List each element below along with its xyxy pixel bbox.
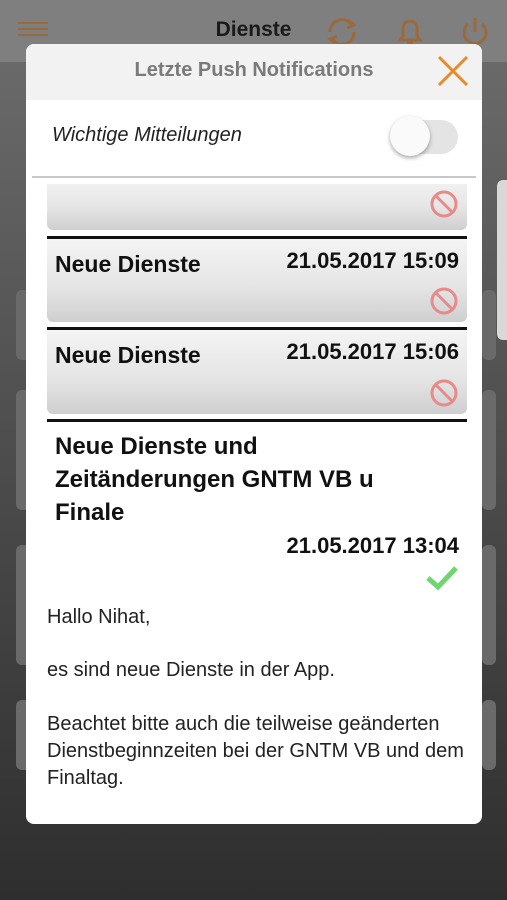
dialog-header: Letzte Push Notifications: [26, 44, 482, 100]
check-icon: [426, 566, 458, 591]
open-notification-title: Neue Dienste und Zeitänderungen GNTM VB …: [55, 433, 374, 526]
message-greeting: Hallo Nihat,: [47, 606, 151, 628]
notification-date: 21.05.2017 15:09: [286, 248, 460, 273]
notification-date: 21.05.2017 15:06: [286, 339, 460, 364]
push-notifications-dialog: Letzte Push Notifications Wichtige Mitte…: [26, 44, 482, 824]
notification-list[interactable]: Neue Dienste 21.05.2017 15:09 Neue Diens…: [26, 184, 482, 824]
important-messages-setting: Wichtige Mitteilungen: [32, 100, 476, 178]
bg-card: [482, 290, 496, 360]
notification-title: Neue Dienste: [55, 251, 201, 277]
notification-title: Neue Dienste: [55, 342, 201, 368]
notification-item[interactable]: [47, 184, 467, 230]
open-notification[interactable]: Neue Dienste und Zeitänderungen GNTM VB …: [47, 419, 467, 599]
message-paragraph: Beachtet bitte auch die teilweise geände…: [47, 713, 464, 789]
setting-label: Wichtige Mitteilungen: [52, 124, 242, 146]
notification-item[interactable]: Neue Dienste 21.05.2017 15:06: [47, 327, 467, 414]
open-notification-date: 21.05.2017 13:04: [286, 533, 460, 558]
blocked-icon[interactable]: [429, 286, 459, 316]
bg-card: [482, 700, 496, 770]
app-title: Dienste: [215, 18, 292, 41]
side-tab: [497, 180, 507, 340]
dialog-title: Letzte Push Notifications: [134, 59, 374, 81]
bg-card: [482, 390, 496, 510]
bg-card: [482, 545, 496, 665]
blocked-icon[interactable]: [429, 378, 459, 408]
close-icon[interactable]: [434, 52, 472, 90]
notification-item[interactable]: Neue Dienste 21.05.2017 15:09: [47, 236, 467, 322]
blocked-icon[interactable]: [429, 189, 459, 219]
important-messages-toggle[interactable]: [390, 112, 462, 156]
message-paragraph: es sind neue Dienste in der App.: [47, 659, 335, 681]
toggle-knob: [390, 116, 430, 156]
